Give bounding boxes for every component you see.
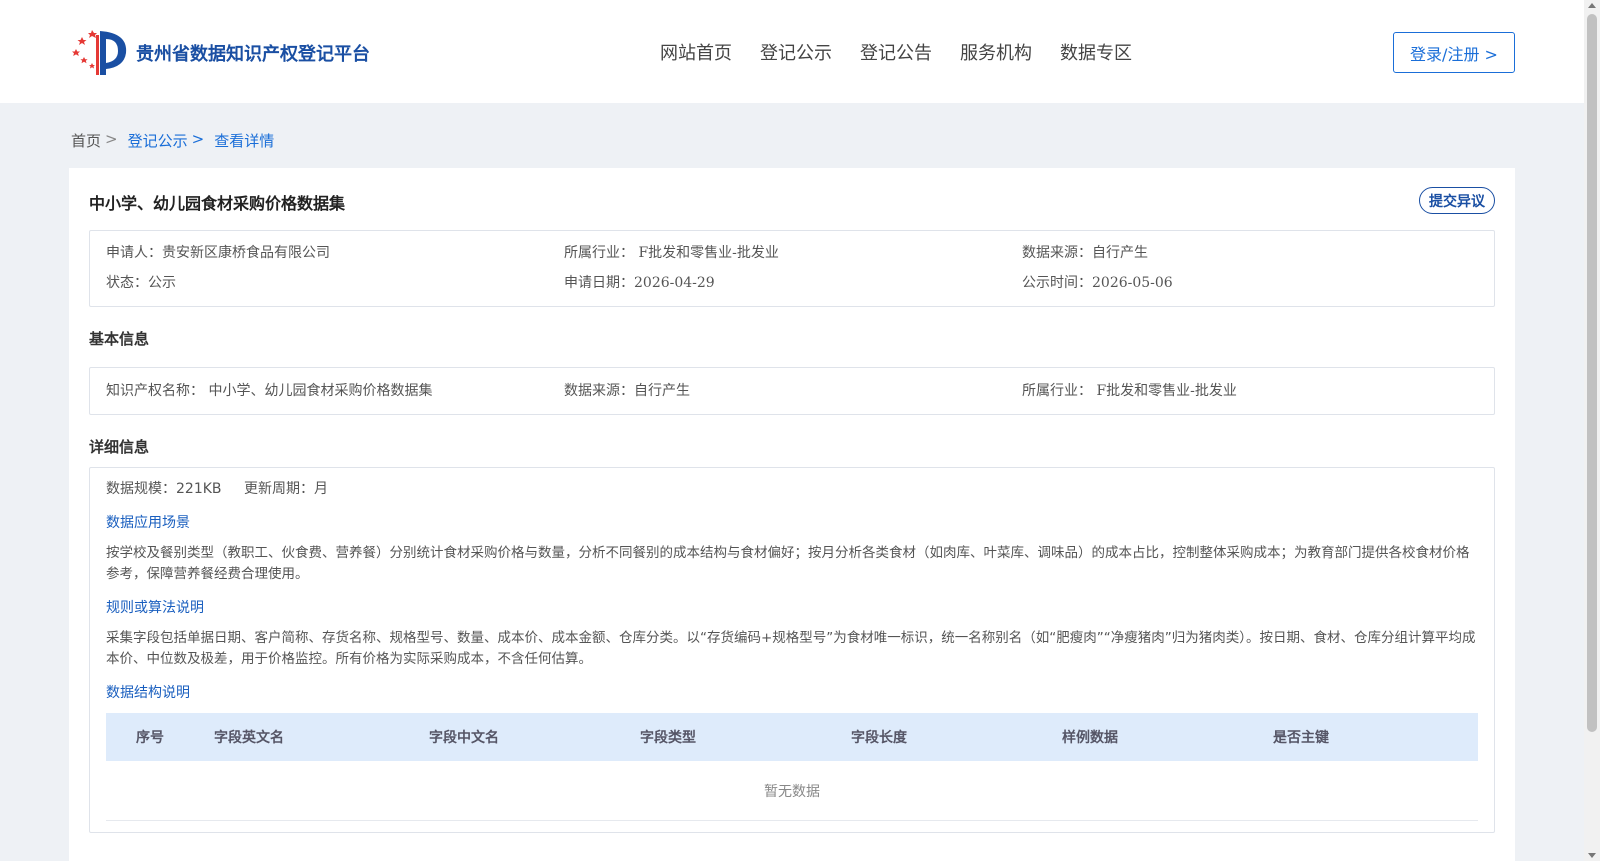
col-index: 序号 [136,730,164,746]
col-primary-key: 是否主键 [1273,730,1329,746]
basic-industry-field: 所属行业： F批发和零售业-批发业 [1022,383,1237,399]
summary-box: 申请人：贵安新区康桥食品有限公司 所属行业： F批发和零售业-批发业 数据来源：… [89,230,1495,307]
detailed-info-box: 数据规模：221KB 更新周期：月 数据应用场景 按学校及餐别类型（教职工、伙食… [89,467,1495,833]
publish-date-field: 公示时间：2026-05-06 [1022,275,1173,291]
scroll-down-arrow-icon[interactable] [1588,853,1596,858]
nav-registration-announcement[interactable]: 登记公告 [860,39,932,65]
scroll-up-arrow-icon[interactable] [1588,3,1596,8]
apply-date-field: 申请日期：2026-04-29 [564,275,715,291]
col-field-type: 字段类型 [640,730,696,746]
scrollbar-thumb[interactable] [1587,14,1597,732]
breadcrumb-separator: > [191,130,205,148]
breadcrumb-registration-publicity[interactable]: 登记公示 [128,130,188,151]
nav-home[interactable]: 网站首页 [660,39,732,65]
basic-info-heading: 基本信息 [89,330,150,348]
data-scale: 数据规模：221KB [106,481,222,497]
rules-title: 规则或算法说明 [106,600,204,616]
structure-title: 数据结构说明 [106,685,190,701]
detailed-info-heading: 详细信息 [89,438,150,456]
breadcrumb-home[interactable]: 首页 [71,130,101,151]
site-header: 贵州省数据知识产权登记平台 网站首页 登记公示 登记公告 服务机构 数据专区 登… [0,0,1584,103]
site-name[interactable]: 贵州省数据知识产权登记平台 [136,40,370,66]
table-empty-state: 暂无数据 [106,761,1478,821]
breadcrumb: 首页 > 登记公示 > 查看详情 [71,130,274,151]
data-structure-table: 序号 字段英文名 字段中文名 字段类型 字段长度 样例数据 是否主键 暂无数据 [106,713,1478,821]
col-english-name: 字段英文名 [214,730,284,746]
col-sample-data: 样例数据 [1062,730,1118,746]
nav-data-zone[interactable]: 数据专区 [1060,39,1132,65]
submit-objection-button[interactable]: 提交异议 [1419,187,1495,214]
data-source-field: 数据来源：自行产生 [1022,245,1148,261]
login-register-button[interactable]: 登录/注册 > [1393,32,1515,73]
rules-text: 采集字段包括单据日期、客户简称、存货名称、规格型号、数量、成本价、成本金额、仓库… [106,630,1476,667]
applicant-field: 申请人：贵安新区康桥食品有限公司 [106,245,330,261]
breadcrumb-separator: > [105,130,118,148]
ip-name-field: 知识产权名称： 中小学、幼儿园食材采购价格数据集 [106,383,433,399]
status-field: 状态：公示 [106,275,176,291]
site-logo[interactable] [70,27,130,77]
col-field-length: 字段长度 [851,730,907,746]
update-cycle: 更新周期：月 [243,481,328,497]
nav-registration-publicity[interactable]: 登记公示 [760,39,832,65]
table-header-row: 序号 字段英文名 字段中文名 字段类型 字段长度 样例数据 是否主键 [106,713,1478,761]
scenario-text: 按学校及餐别类型（教职工、伙食费、营养餐）分别统计食材采购价格与数量，分析不同餐… [106,545,1470,582]
industry-field: 所属行业： F批发和零售业-批发业 [564,245,779,261]
basic-info-box: 知识产权名称： 中小学、幼儿园食材采购价格数据集 数据来源：自行产生 所属行业：… [89,367,1495,415]
breadcrumb-view-details: 查看详情 [214,132,275,150]
detail-card: 中小学、幼儿园食材采购价格数据集 提交异议 申请人：贵安新区康桥食品有限公司 所… [69,168,1515,861]
main-nav: 网站首页 登记公示 登记公告 服务机构 数据专区 [660,39,1132,65]
page-scrollbar[interactable] [1584,0,1600,861]
nav-service-agencies[interactable]: 服务机构 [960,39,1032,65]
page-title: 中小学、幼儿园食材采购价格数据集 [89,194,346,213]
scenario-title: 数据应用场景 [106,515,190,531]
col-chinese-name: 字段中文名 [429,730,499,746]
scale-cycle-row: 数据规模：221KB 更新周期：月 [106,478,1478,500]
basic-data-source-field: 数据来源：自行产生 [564,383,690,399]
